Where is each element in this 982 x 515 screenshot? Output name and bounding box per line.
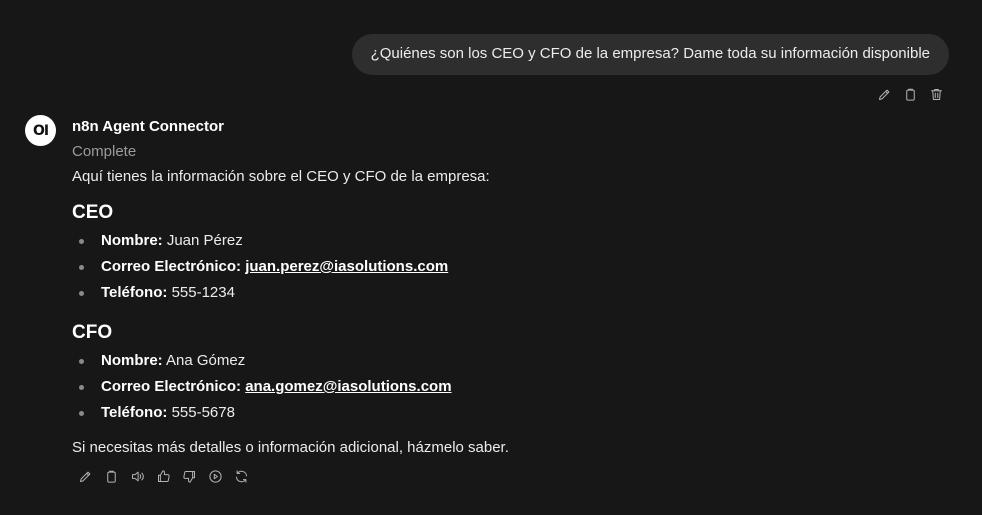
name-value: Ana Gómez — [166, 352, 246, 369]
list-item: Nombre: Juan Pérez — [72, 231, 952, 257]
thumbs-up-icon[interactable] — [153, 466, 173, 486]
email-label: Correo Electrónico: — [101, 378, 242, 395]
chat-page: ¿Quiénes son los CEO y CFO de la empresa… — [0, 0, 982, 515]
user-message-actions — [874, 84, 946, 104]
assistant-name: n8n Agent Connector — [72, 118, 224, 135]
play-circle-icon[interactable] — [205, 466, 225, 486]
assistant-message-actions — [75, 466, 952, 486]
trash-icon[interactable] — [926, 84, 946, 104]
name-label: Nombre: — [101, 352, 163, 369]
phone-value: 555-1234 — [171, 284, 235, 301]
list-item: Nombre: Ana Gómez — [72, 351, 952, 377]
assistant-message: n8n Agent Connector Complete Aquí tienes… — [72, 117, 952, 486]
ceo-info-list: Nombre: Juan Pérez Correo Electrónico: j… — [72, 231, 952, 309]
assistant-closing: Si necesitas más detalles o información … — [72, 439, 509, 456]
email-link[interactable]: juan.perez@iasolutions.com — [245, 258, 448, 275]
assistant-avatar: OI — [25, 115, 56, 146]
list-item: Teléfono: 555-5678 — [72, 403, 952, 429]
list-item: Correo Electrónico: juan.perez@iasolutio… — [72, 257, 952, 283]
list-item: Correo Electrónico: ana.gomez@iasolution… — [72, 377, 952, 403]
phone-value: 555-5678 — [171, 404, 235, 421]
pencil-icon[interactable] — [75, 466, 95, 486]
thumbs-down-icon[interactable] — [179, 466, 199, 486]
cfo-info-list: Nombre: Ana Gómez Correo Electrónico: an… — [72, 351, 952, 429]
phone-label: Teléfono: — [101, 404, 168, 421]
name-label: Nombre: — [101, 232, 163, 249]
user-message-bubble: ¿Quiénes son los CEO y CFO de la empresa… — [351, 34, 949, 75]
user-message: ¿Quiénes son los CEO y CFO de la empresa… — [351, 34, 949, 75]
regenerate-icon[interactable] — [231, 466, 251, 486]
copy-icon[interactable] — [101, 466, 121, 486]
assistant-intro: Aquí tienes la información sobre el CEO … — [72, 168, 490, 185]
phone-label: Teléfono: — [101, 284, 168, 301]
email-label: Correo Electrónico: — [101, 258, 242, 275]
section-heading-ceo: CEO — [72, 202, 114, 223]
name-value: Juan Pérez — [166, 232, 243, 249]
copy-icon[interactable] — [900, 84, 920, 104]
section-heading-cfo: CFO — [72, 322, 113, 343]
assistant-status: Complete — [72, 143, 137, 160]
pencil-icon[interactable] — [874, 84, 894, 104]
email-link[interactable]: ana.gomez@iasolutions.com — [245, 378, 451, 395]
list-item: Teléfono: 555-1234 — [72, 283, 952, 309]
speaker-icon[interactable] — [127, 466, 147, 486]
